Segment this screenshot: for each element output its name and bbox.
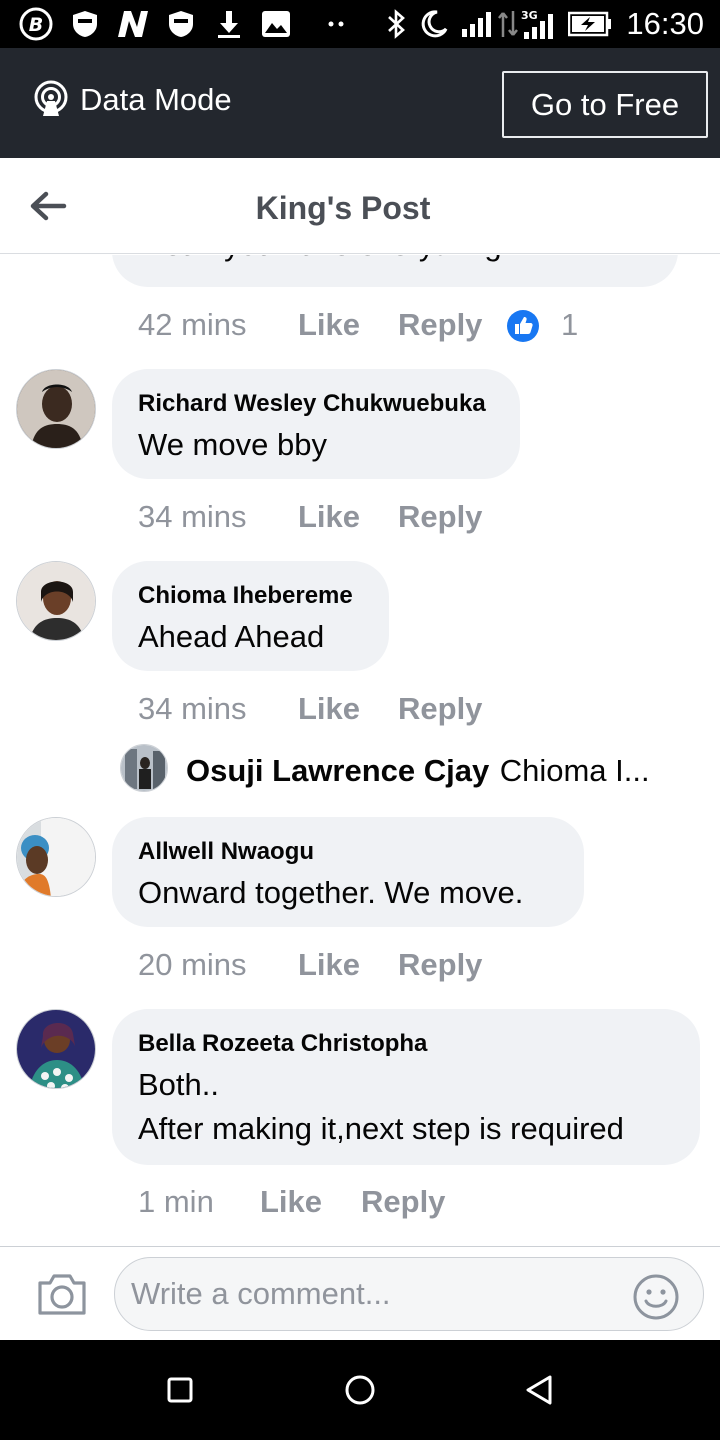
reply-button[interactable]: Reply: [361, 1182, 445, 1222]
shield-icon: [70, 8, 100, 40]
battery-charging-icon: [568, 8, 612, 40]
commenter-name[interactable]: Bella Rozeeta Christopha: [138, 1029, 427, 1059]
reply-author: Osuji Lawrence Cjay: [186, 753, 490, 788]
signal-icon: [460, 8, 494, 40]
data-arrows-icon: [496, 8, 520, 40]
bluetooth-icon: [384, 8, 410, 40]
reply-button[interactable]: Reply: [398, 305, 482, 345]
comment-text: We move bby: [138, 427, 327, 462]
comment-composer: [0, 1246, 720, 1340]
like-button[interactable]: Like: [298, 305, 360, 345]
avatar[interactable]: [16, 1009, 96, 1089]
page-title: King's Post: [255, 190, 431, 226]
home-circle-icon[interactable]: [340, 1370, 380, 1410]
go-to-free-button[interactable]: Go to Free: [502, 71, 708, 138]
comment-time: 1 min: [138, 1184, 214, 1219]
comment-input-box[interactable]: [114, 1257, 704, 1331]
svg-text:3G: 3G: [521, 9, 538, 22]
reply-button[interactable]: Reply: [398, 945, 482, 985]
post-header: King's Post: [0, 158, 720, 254]
data-mode-bar: Data Mode Go to Free: [0, 48, 720, 158]
comment-bubble[interactable]: Richard Wesley Chukwuebuka We move bby: [112, 369, 520, 479]
system-nav-bar: [0, 1340, 720, 1440]
reply-button[interactable]: Reply: [398, 689, 482, 729]
status-time: 16:30: [626, 6, 704, 41]
avatar[interactable]: [16, 369, 96, 449]
comment-bubble[interactable]: Bella Rozeeta Christopha Both.. After ma…: [112, 1009, 700, 1165]
b-app-icon: B: [18, 7, 54, 41]
comment-text-line-2: After making it,next step is required: [138, 1111, 624, 1146]
download-icon: [214, 8, 244, 40]
comment-input[interactable]: [131, 1272, 611, 1316]
comment-time: 20 mins: [138, 947, 247, 982]
recents-square-icon[interactable]: [160, 1370, 200, 1410]
like-button[interactable]: Like: [260, 1182, 322, 1222]
back-triangle-icon[interactable]: [520, 1370, 560, 1410]
camera-icon[interactable]: [36, 1271, 88, 1317]
comment-text: mean you have everything.: [138, 255, 510, 267]
like-button[interactable]: Like: [298, 497, 360, 537]
data-mode-label: Data Mode: [80, 82, 232, 117]
comment-text: Onward together. We move.: [138, 875, 524, 910]
comment-text: Ahead Ahead: [138, 619, 325, 654]
moon-icon: [418, 8, 450, 40]
broadcast-icon: [32, 80, 70, 118]
shield-icon: [166, 8, 196, 40]
commenter-name[interactable]: Chioma Ihebereme: [138, 581, 353, 611]
commenter-name[interactable]: Allwell Nwaogu: [138, 837, 314, 867]
avatar[interactable]: [16, 561, 96, 641]
thumbs-up-icon: [506, 309, 540, 343]
comment-time: 42 mins: [138, 307, 247, 342]
emoji-icon[interactable]: [633, 1274, 679, 1320]
comment-text-line-1: Both..: [138, 1067, 219, 1102]
avatar[interactable]: [120, 744, 168, 792]
comment-bubble[interactable]: Chioma Ihebereme Ahead Ahead: [112, 561, 389, 671]
reply-snippet: Chioma I...: [499, 753, 650, 788]
signal-3g-icon: 3G: [520, 8, 558, 40]
avatar[interactable]: [16, 817, 96, 897]
image-icon: [260, 8, 292, 40]
like-button[interactable]: Like: [298, 689, 360, 729]
reply-preview[interactable]: Osuji Lawrence Cjay Chioma I...: [186, 751, 676, 797]
comment-time: 34 mins: [138, 691, 247, 726]
svg-text:B: B: [29, 14, 43, 36]
n-app-icon: [114, 8, 152, 40]
comment-bubble[interactable]: Allwell Nwaogu Onward together. We move.: [112, 817, 584, 927]
status-bar: B 3G 16:30: [0, 0, 720, 48]
like-button[interactable]: Like: [298, 945, 360, 985]
dots-icon: [326, 8, 346, 40]
comment-time: 34 mins: [138, 499, 247, 534]
reply-button[interactable]: Reply: [398, 497, 482, 537]
comment-bubble[interactable]: mean you have everything.: [112, 255, 678, 287]
reaction-count: 1: [561, 307, 579, 342]
commenter-name[interactable]: Richard Wesley Chukwuebuka: [138, 389, 486, 419]
comments-list[interactable]: mean you have everything. 42 mins Like R…: [0, 255, 720, 1246]
